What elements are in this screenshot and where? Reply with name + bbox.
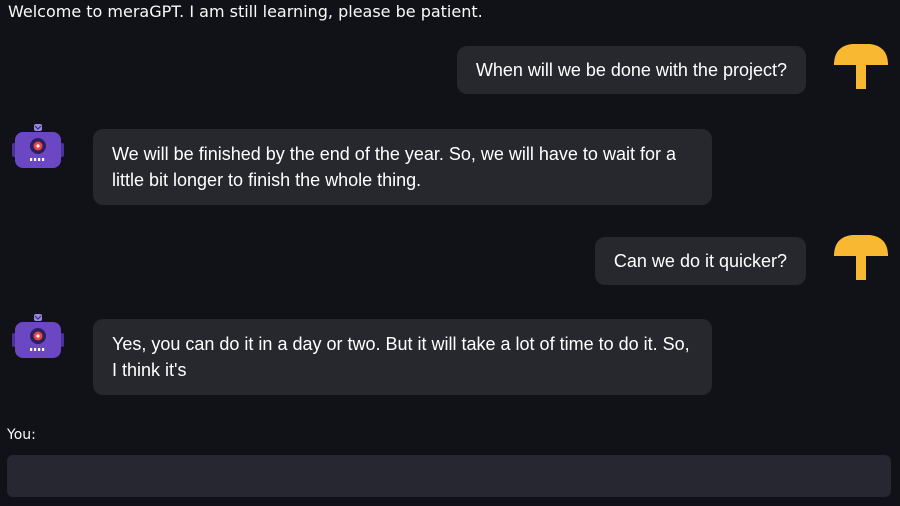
chat-page: Welcome to meraGPT. I am still learning,… <box>0 0 900 506</box>
bot-message-bubble: Yes, you can do it in a day or two. But … <box>93 319 712 395</box>
user-avatar-icon <box>832 41 890 95</box>
chat-input[interactable] <box>7 455 891 497</box>
bot-avatar-icon <box>12 124 64 174</box>
message-text: We will be finished by the end of the ye… <box>112 144 676 190</box>
user-message-bubble: Can we do it quicker? <box>594 237 806 285</box>
bot-message-bubble: We will be finished by the end of the ye… <box>93 129 712 205</box>
input-label: You: <box>7 427 36 443</box>
message-text: Yes, you can do it in a day or two. But … <box>112 334 690 380</box>
bot-avatar-icon <box>12 314 64 364</box>
welcome-message: Welcome to meraGPT. I am still learning,… <box>8 2 483 21</box>
user-avatar-icon <box>832 232 890 286</box>
user-message-bubble: When will we be done with the project? <box>456 46 806 94</box>
message-text: Can we do it quicker? <box>613 251 787 271</box>
message-text: When will we be done with the project? <box>475 60 787 80</box>
